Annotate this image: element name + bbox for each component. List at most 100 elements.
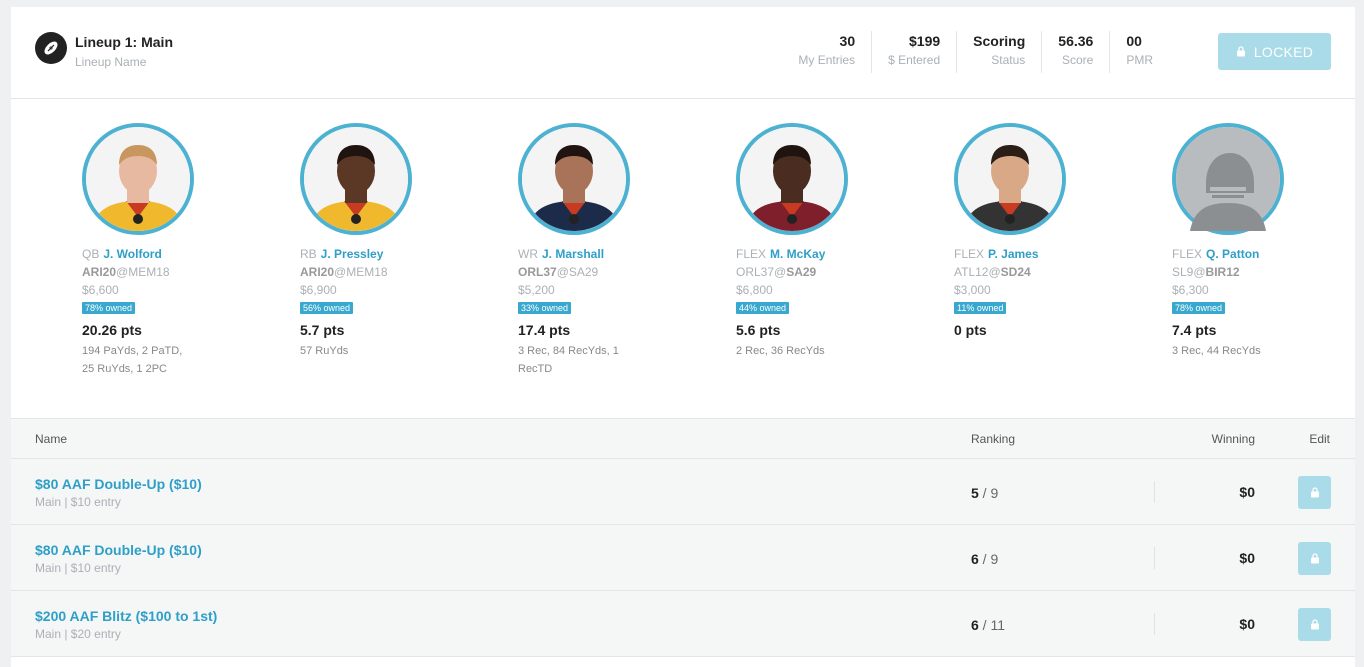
player-salary: $6,800 [736,283,773,297]
player-points: 20.26 pts [82,322,142,338]
player-stats: 57 RuYds [300,345,349,357]
col-name: Name [35,432,68,446]
player-name[interactable]: J. Marshall [542,247,604,261]
edit-lock-button[interactable] [1298,542,1331,575]
player-header: WR J. Marshall [518,247,708,261]
stat-label: Score [1061,53,1094,67]
owned-badge: 11% owned [954,302,1007,314]
owned-badge: 78% owned [82,302,136,314]
rank-total: 9 [990,485,999,501]
player-header: RB J. Pressley [300,247,490,261]
edit-lock-button[interactable] [1298,476,1331,509]
stat-entered: $199 $ Entered [871,31,956,73]
contest-ranking: 6 / 9 [971,551,999,567]
owned-badge: 78% owned [1172,302,1226,314]
contest-ranking: 6 / 11 [971,617,1006,633]
lineup-subtitle: Lineup Name [75,55,147,69]
rank-value: 6 [971,551,979,567]
contest-name-link[interactable]: $80 AAF Double-Up ($10) [35,476,202,492]
rank-value: 5 [971,485,979,501]
player-position: RB [300,247,317,261]
lineup-title: Lineup 1: Main [75,34,173,50]
player-salary: $6,300 [1172,283,1209,297]
stat-value: $199 [909,33,941,49]
player-name[interactable]: J. Wolford [103,247,161,261]
owned-badge: 33% owned [518,302,572,314]
stat-value: 56.36 [1058,33,1094,49]
player-header: FLEX Q. Patton [1172,247,1355,261]
player-avatar[interactable] [82,123,194,235]
player-card[interactable]: FLEX Q. Patton SL9@BIR12 $6,300 78% owned… [1172,123,1355,360]
player-stats: 194 PaYds, 2 PaTD, 25 RuYds, 1 2PC [82,345,183,375]
stat-value: Scoring [973,33,1026,49]
player-points: 17.4 pts [518,322,571,338]
table-row: $80 AAF Double-Up ($10) Main | $10 entry… [11,525,1355,591]
player-name[interactable]: Q. Patton [1206,247,1259,261]
player-stats: 3 Rec, 44 RecYds [1172,345,1261,357]
table-row: $200 AAF Blitz ($100 to 1st) Main | $20 … [11,591,1355,657]
rank-total: 11 [990,617,1006,633]
stat-label: PMR [1126,53,1153,67]
player-card[interactable]: RB J. Pressley ARI20@MEM18 $6,900 56% own… [300,123,490,360]
lineup-stats: 30 My Entries $199 $ Entered Scoring Sta… [782,31,1169,73]
player-position: FLEX [954,247,985,261]
edit-lock-button[interactable] [1298,608,1331,641]
player-points: 0 pts [954,322,987,338]
stat-value: 30 [839,33,856,49]
contest-name-link[interactable]: $200 AAF Blitz ($100 to 1st) [35,608,217,624]
contest-table-header: Name Ranking Winning Edit [11,419,1355,459]
player-name[interactable]: P. James [988,247,1039,261]
owned-badge: 56% owned [300,302,354,314]
lock-icon [1310,619,1319,630]
player-card[interactable]: FLEX P. James ATL12@SD24 $3,000 11% owned… [954,123,1144,342]
player-stats: 3 Rec, 84 RecYds, 1 RecTD [518,345,619,375]
player-avatar[interactable] [736,123,848,235]
lock-icon [1236,46,1245,57]
player-card[interactable]: FLEX M. McKay ORL37@SA29 $6,800 44% owned… [736,123,926,360]
divider [1154,547,1155,569]
contest-subtitle: Main | $10 entry [35,495,121,509]
lock-icon [1310,487,1319,498]
rank-value: 6 [971,617,979,633]
player-avatar[interactable] [300,123,412,235]
contest-ranking: 5 / 9 [971,485,999,501]
player-game: SL9@BIR12 [1172,265,1240,279]
player-points: 5.7 pts [300,322,345,338]
player-position: QB [82,247,100,261]
stat-score: 56.36 Score [1041,31,1109,73]
table-row: $80 AAF Double-Up ($10) Main | $10 entry… [11,459,1355,525]
contest-table-body: $80 AAF Double-Up ($10) Main | $10 entry… [11,459,1355,657]
stat-label: Status [991,53,1026,67]
stat-label: My Entries [798,53,856,67]
col-ranking: Ranking [971,432,1016,446]
stat-label: $ Entered [888,53,941,67]
stat-pmr: 00 PMR [1109,31,1169,73]
player-avatar[interactable] [954,123,1066,235]
stat-status: Scoring Status [956,31,1041,73]
player-name[interactable]: J. Pressley [321,247,384,261]
col-edit: Edit [1309,432,1330,446]
player-game: ORL37@SA29 [736,265,817,279]
player-header: FLEX P. James [954,247,1144,261]
rank-total: 9 [990,551,999,567]
locked-button[interactable]: LOCKED [1218,33,1331,70]
lock-icon [1310,553,1319,564]
contest-name-link[interactable]: $80 AAF Double-Up ($10) [35,542,202,558]
player-card[interactable]: WR J. Marshall ORL37@SA29 $5,200 33% owne… [518,123,708,378]
contest-subtitle: Main | $20 entry [35,627,121,641]
player-name[interactable]: M. McKay [770,247,825,261]
lineup-players: QB J. Wolford ARI20@MEM18 $6,600 78% owne… [11,99,1355,419]
player-avatar[interactable] [1172,123,1284,235]
contest-winning: $0 [1239,484,1255,500]
player-avatar[interactable] [518,123,630,235]
stat-value: 00 [1126,33,1142,49]
owned-badge: 44% owned [736,302,790,314]
divider [1154,481,1155,503]
contest-subtitle: Main | $10 entry [35,561,121,575]
locked-label: LOCKED [1253,43,1314,60]
player-game: ARI20@MEM18 [300,265,388,279]
player-card[interactable]: QB J. Wolford ARI20@MEM18 $6,600 78% owne… [82,123,272,378]
player-salary: $6,900 [300,283,337,297]
player-game: ORL37@SA29 [518,265,599,279]
col-winning: Winning [1211,432,1255,446]
